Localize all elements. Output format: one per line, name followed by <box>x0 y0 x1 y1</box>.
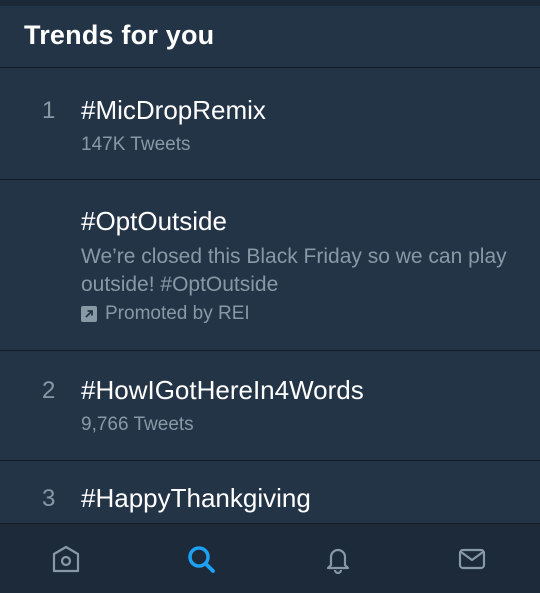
trend-item[interactable]: 1 #MicDropRemix 147K Tweets <box>0 69 540 180</box>
trend-hashtag: #OptOutside <box>81 206 227 236</box>
trend-hashtag: #HowIGotHereIn4Words <box>81 375 364 405</box>
trend-tweet-count: 9,766 Tweets <box>81 414 194 435</box>
trend-rank: 3 <box>42 485 56 512</box>
page-title: Trends for you <box>24 20 215 50</box>
trend-item[interactable]: 2 #HowIGotHereIn4Words 9,766 Tweets <box>0 351 540 461</box>
promoted-trend-item[interactable]: #OptOutside We’re closed this Black Frid… <box>0 180 540 351</box>
trend-hashtag: #MicDropRemix <box>81 95 266 125</box>
trends-header: Trends for you <box>0 6 540 68</box>
messages-icon[interactable] <box>455 542 489 576</box>
trend-rank: 1 <box>42 97 56 124</box>
trend-hashtag: #HappyThankgiving <box>81 483 311 513</box>
home-icon[interactable] <box>49 542 83 576</box>
promoted-by-text: Promoted by REI <box>105 303 250 324</box>
promoted-label: Promoted by REI <box>81 303 250 325</box>
trend-item[interactable]: 3 #HappyThankgiving <box>0 461 540 523</box>
trend-rank: 2 <box>42 377 56 404</box>
trend-description: We’re closed this Black Friday so we can… <box>81 245 507 296</box>
trend-tweet-count: 147K Tweets <box>81 134 191 155</box>
bottom-tab-bar <box>0 523 540 593</box>
search-icon[interactable] <box>184 542 218 576</box>
notifications-icon[interactable] <box>321 542 355 576</box>
promoted-arrow-icon <box>81 306 97 322</box>
